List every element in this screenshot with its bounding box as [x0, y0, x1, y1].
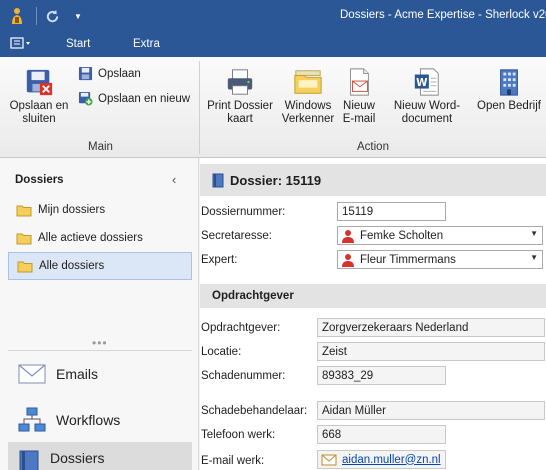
folder-icon [16, 233, 32, 244]
company-building-icon [500, 69, 518, 96]
save-icon [78, 66, 93, 81]
sidebar-item-mijn-dossiers[interactable]: Mijn dossiers [8, 196, 192, 224]
dossier-detail-panel: Dossier: 15119 Dossiernummer: 15119 Secr… [200, 158, 546, 470]
folder-icon [17, 261, 33, 272]
locatie-label: Locatie: [201, 346, 242, 358]
secretaresse-select[interactable]: Femke Scholten ▼ [337, 226, 543, 245]
new-email-button[interactable]: Nieuw E-mail [338, 67, 380, 126]
sidebar-item-label: Alle dossiers [39, 260, 105, 272]
telefoon-werk-field[interactable]: 668 [317, 425, 446, 444]
svg-text:W: W [416, 77, 428, 89]
new-email-label: Nieuw E-mail [342, 100, 376, 125]
print-dossier-label: Print Dossier kaart [207, 100, 273, 125]
expert-label: Expert: [201, 254, 238, 266]
opdrachtgever-field[interactable]: Zorgverzekeraars Nederland [317, 318, 545, 337]
user-icon [342, 229, 354, 243]
save-new-button[interactable]: Opslaan en nieuw [78, 91, 190, 106]
locatie-field[interactable]: Zeist [317, 342, 545, 361]
schadebehandelaar-label: Schadebehandelaar: [201, 405, 308, 417]
ribbon-group-separator [199, 61, 200, 154]
folder-icon [294, 70, 322, 94]
email-icon [321, 454, 337, 465]
save-button[interactable]: Opslaan [78, 66, 141, 81]
group-label-action: Action [357, 141, 389, 153]
email-werk-link[interactable]: aidan.muller@zn.nl [342, 454, 441, 466]
sidebar: Dossiers ‹ Mijn dossiers Alle actieve do… [0, 158, 199, 470]
expert-value: Fleur Timmermans [360, 253, 456, 266]
title-bar: ▼ Dossiers - Acme Expertise - Sherlock v… [0, 0, 546, 32]
save-label: Opslaan [98, 67, 141, 80]
folder-icon [16, 205, 32, 216]
user-icon [342, 253, 354, 267]
save-close-button[interactable]: Opslaan en sluiten [6, 67, 72, 126]
secretaresse-label: Secretaresse: [201, 230, 272, 242]
dossier-book-icon [19, 450, 39, 470]
app-menu-icon[interactable] [10, 36, 32, 53]
opdrachtgever-section-header: Opdrachtgever [200, 284, 546, 308]
chevron-down-icon[interactable]: ▼ [530, 253, 538, 262]
open-company-button[interactable]: Open Bedrijf [475, 67, 543, 113]
print-dossier-button[interactable]: Print Dossier kaart [205, 67, 275, 126]
save-close-icon [26, 69, 53, 96]
schadebehandelaar-field[interactable]: Aidan Müller [317, 401, 545, 420]
collapse-sidebar-icon[interactable]: ‹ [172, 172, 176, 187]
schadenummer-label: Schadenummer: [201, 370, 286, 382]
open-company-label: Open Bedrijf [477, 100, 541, 112]
app-icon[interactable] [6, 6, 28, 26]
sidebar-title: Dossiers [15, 174, 64, 186]
new-word-document-label: Nieuw Word-document [393, 100, 461, 125]
expert-select[interactable]: Fleur Timmermans ▼ [337, 250, 543, 269]
save-new-label: Opslaan en nieuw [98, 92, 191, 105]
quick-access-dropdown-icon[interactable]: ▼ [70, 6, 86, 26]
window-title: Dossiers - Acme Expertise - Sherlock v20… [340, 9, 546, 21]
sidebar-item-label: Mijn dossiers [38, 204, 106, 216]
menu-tabs: Start Extra [0, 32, 546, 57]
new-word-document-button[interactable]: W Nieuw Word-document [382, 67, 472, 126]
windows-explorer-button[interactable]: Windows Verkenner [279, 67, 337, 126]
quick-access-separator [36, 7, 37, 25]
email-werk-field[interactable]: aidan.muller@zn.nl [317, 450, 446, 469]
chevron-down-icon[interactable]: ▼ [530, 229, 538, 238]
dossiernummer-field[interactable]: 15119 [337, 202, 446, 221]
schadenummer-field[interactable]: 89383_29 [317, 366, 446, 385]
workflow-icon [18, 407, 46, 432]
nav-label: Emails [56, 366, 99, 382]
nav-label: Workflows [56, 412, 121, 428]
refresh-icon[interactable] [42, 6, 62, 26]
new-email-icon [350, 68, 369, 96]
save-close-label: Opslaan en sluiten [9, 100, 69, 125]
sidebar-item-alle-actieve-dossiers[interactable]: Alle actieve dossiers [8, 224, 192, 252]
dossier-title: Dossier: 15119 [230, 172, 322, 188]
nav-emails[interactable]: Emails [8, 352, 192, 396]
nav-label: Dossiers [50, 450, 105, 466]
sidebar-divider [8, 350, 192, 351]
email-envelope-icon [18, 364, 46, 384]
dossiernummer-label: Dossiernummer: [201, 206, 286, 218]
printer-icon [227, 69, 253, 95]
secretaresse-value: Femke Scholten [360, 229, 444, 242]
save-new-icon [78, 91, 93, 106]
word-document-icon: W [414, 68, 439, 96]
sidebar-item-label: Alle actieve dossiers [38, 232, 143, 244]
splitter-grip[interactable]: ••• [92, 336, 108, 350]
tab-start[interactable]: Start [66, 38, 90, 50]
nav-dossiers[interactable]: Dossiers [8, 442, 192, 470]
ribbon: Opslaan en sluiten Opslaan Opslaan en ni… [0, 57, 546, 158]
tab-extra[interactable]: Extra [133, 38, 160, 50]
telefoon-werk-label: Telefoon werk: [201, 429, 276, 441]
dossier-book-icon [212, 173, 224, 187]
email-werk-label: E-mail werk: [201, 455, 265, 467]
windows-explorer-label: Windows Verkenner [281, 100, 335, 125]
dossier-header: Dossier: 15119 [200, 164, 546, 196]
sidebar-item-alle-dossiers[interactable]: Alle dossiers [8, 252, 192, 280]
group-label-main: Main [88, 141, 113, 153]
opdrachtgever-label: Opdrachtgever: [201, 322, 281, 334]
nav-workflows[interactable]: Workflows [8, 398, 192, 442]
